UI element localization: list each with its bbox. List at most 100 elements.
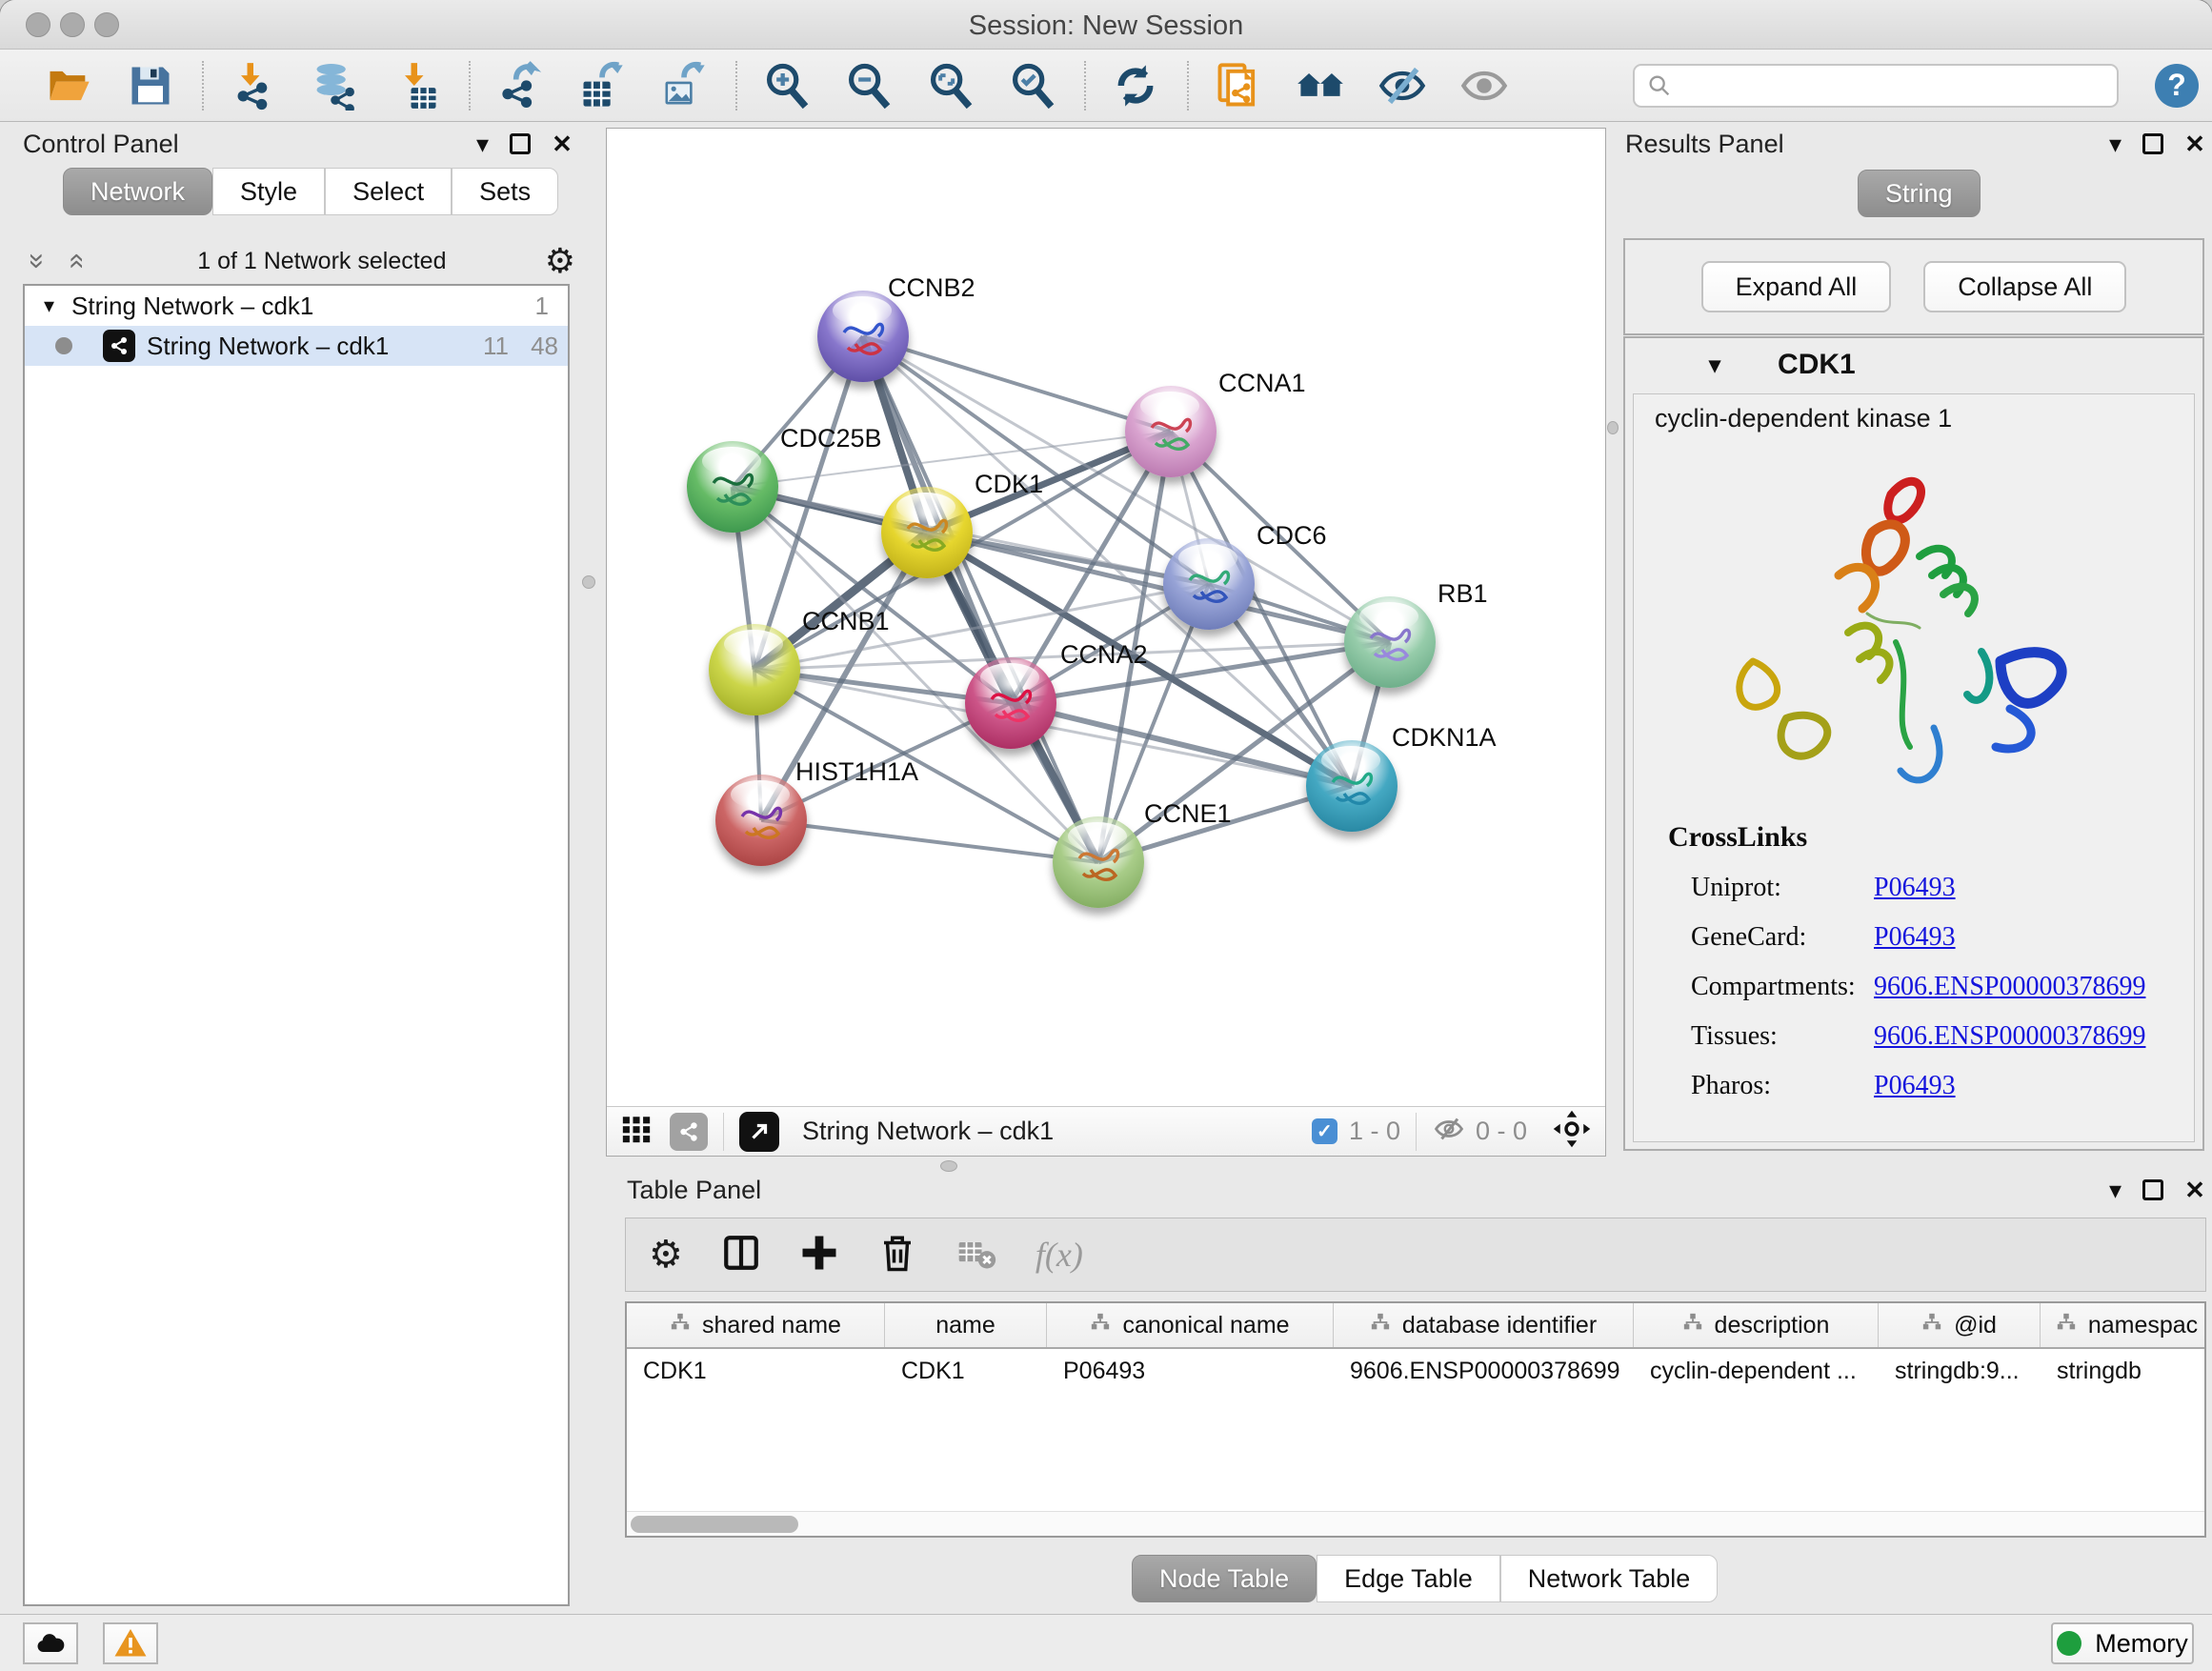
search-field[interactable] <box>1673 70 2092 100</box>
tab-style[interactable]: Style <box>212 168 325 215</box>
column-header-@id[interactable]: @id <box>1879 1303 2041 1347</box>
open-in-window-icon[interactable] <box>739 1112 779 1152</box>
tab-edge-table[interactable]: Edge Table <box>1317 1555 1500 1602</box>
column-type-icon <box>670 1312 691 1339</box>
export-table-icon[interactable] <box>577 61 627 111</box>
tab-node-table[interactable]: Node Table <box>1132 1555 1317 1602</box>
tab-network-table[interactable]: Network Table <box>1500 1555 1719 1602</box>
network-node-CDC25B[interactable] <box>687 441 778 533</box>
network-node-CCNB2[interactable] <box>817 291 909 382</box>
network-collection-row[interactable]: ▾ String Network – cdk1 1 <box>25 286 568 326</box>
node-label-CDKN1A: CDKN1A <box>1392 723 1497 753</box>
zoom-fit-icon[interactable] <box>926 61 975 111</box>
first-neighbors-icon[interactable] <box>1296 61 1345 111</box>
panel-float-icon[interactable] <box>2142 1179 2163 1200</box>
splitter-handle[interactable] <box>1607 421 1619 434</box>
panel-float-icon[interactable] <box>2142 133 2163 154</box>
zoom-out-icon[interactable] <box>844 61 894 111</box>
column-header-database-identifier[interactable]: database identifier <box>1334 1303 1634 1347</box>
network-label: String Network – cdk1 <box>147 332 389 361</box>
network-birdseye-icon[interactable] <box>670 1113 708 1151</box>
hide-selected-icon[interactable] <box>1377 61 1427 111</box>
add-column-icon[interactable] <box>799 1233 839 1278</box>
panel-menu-icon[interactable]: ▾ <box>2109 1178 2122 1202</box>
network-edge[interactable] <box>761 820 1098 862</box>
panel-menu-icon[interactable]: ▾ <box>2109 131 2122 156</box>
network-node-CCNE1[interactable] <box>1053 816 1144 908</box>
export-image-icon[interactable] <box>659 61 709 111</box>
panel-close-icon[interactable]: ✕ <box>2184 1178 2205 1202</box>
column-header-canonical-name[interactable]: canonical name <box>1047 1303 1334 1347</box>
grid-view-icon[interactable] <box>620 1113 653 1150</box>
network-list-header: » » 1 of 1 Network selected ⚙ <box>23 240 575 282</box>
crosslink-link[interactable]: P06493 <box>1874 922 1956 953</box>
fit-content-crosshair-icon[interactable] <box>1552 1109 1592 1154</box>
table-options-gear-icon[interactable]: ⚙ <box>649 1233 683 1277</box>
crosslink-link[interactable]: P06493 <box>1874 1071 1956 1101</box>
cloud-status-button[interactable] <box>23 1622 78 1664</box>
network-node-CCNA1[interactable] <box>1125 386 1217 477</box>
zoom-selected-icon[interactable] <box>1008 61 1057 111</box>
delete-column-trash-icon[interactable] <box>877 1233 917 1278</box>
help-icon[interactable]: ? <box>2155 64 2199 108</box>
collapse-all-icon[interactable]: » <box>21 247 53 275</box>
network-node-CDKN1A[interactable] <box>1306 740 1398 832</box>
save-session-icon[interactable] <box>126 61 175 111</box>
crosslink-link[interactable]: P06493 <box>1874 873 1956 903</box>
expand-all-button[interactable]: Expand All <box>1701 261 1892 312</box>
crosslink-label: Compartments: <box>1691 972 1874 1002</box>
import-network-database-icon[interactable] <box>311 61 360 111</box>
collection-expand-icon[interactable]: ▾ <box>44 293 54 318</box>
table-row[interactable]: CDK1CDK1P064939606.ENSP00000378699cyclin… <box>627 1349 2204 1393</box>
table-horizontal-scrollbar[interactable] <box>627 1511 2204 1536</box>
panel-float-icon[interactable] <box>510 133 531 154</box>
delete-table-icon[interactable] <box>955 1232 997 1278</box>
warnings-button[interactable] <box>103 1622 158 1664</box>
import-network-file-icon[interactable] <box>229 61 278 111</box>
crosslink-link[interactable]: 9606.ENSP00000378699 <box>1874 1021 2145 1052</box>
collapse-all-button[interactable]: Collapse All <box>1923 261 2126 312</box>
clone-network-icon[interactable] <box>1214 61 1263 111</box>
network-edges <box>607 129 1605 1106</box>
column-header-shared-name[interactable]: shared name <box>627 1303 885 1347</box>
panel-menu-icon[interactable]: ▾ <box>476 131 489 156</box>
column-header-name[interactable]: name <box>885 1303 1047 1347</box>
export-network-icon[interactable] <box>495 61 545 111</box>
title-bar: Session: New Session <box>0 0 2212 50</box>
network-options-gear-icon[interactable]: ⚙ <box>545 242 575 281</box>
memory-button[interactable]: Memory <box>2051 1622 2194 1664</box>
network-node-HIST1H1A[interactable] <box>715 775 807 866</box>
show-columns-icon[interactable] <box>721 1233 761 1278</box>
network-node-CDC6[interactable] <box>1163 538 1255 630</box>
network-canvas[interactable]: CCNB2CCNA1CDC25BCDK1CDC6RB1CCNB1CCNA2CDK… <box>607 129 1605 1106</box>
tab-select[interactable]: Select <box>325 168 452 215</box>
scrollbar-thumb[interactable] <box>631 1516 798 1533</box>
import-table-file-icon[interactable] <box>392 61 442 111</box>
section-collapse-icon[interactable]: ▾ <box>1709 352 1720 379</box>
column-header-description[interactable]: description <box>1634 1303 1879 1347</box>
refresh-icon[interactable] <box>1111 61 1160 111</box>
tab-network[interactable]: Network <box>63 168 212 215</box>
expand-all-icon[interactable]: » <box>59 247 91 275</box>
selected-checkbox-icon[interactable]: ✓ <box>1312 1118 1337 1144</box>
tab-sets[interactable]: Sets <box>452 168 558 215</box>
network-row[interactable]: String Network – cdk1 11 48 <box>25 326 568 366</box>
function-builder-icon[interactable]: f(x) <box>1036 1235 1083 1275</box>
open-session-icon[interactable] <box>44 61 93 111</box>
search-input[interactable] <box>1633 64 2119 108</box>
panel-close-icon[interactable]: ✕ <box>2184 131 2205 156</box>
splitter-handle[interactable] <box>582 575 595 589</box>
network-node-CDK1[interactable] <box>881 487 973 578</box>
show-all-icon[interactable] <box>1459 61 1509 111</box>
panel-close-icon[interactable]: ✕ <box>552 131 573 156</box>
tab-string[interactable]: String <box>1858 170 1981 217</box>
crosslink-link[interactable]: 9606.ENSP00000378699 <box>1874 972 2145 1002</box>
network-node-CCNB1[interactable] <box>709 624 800 715</box>
network-node-CCNA2[interactable] <box>965 657 1056 749</box>
hidden-eye-icon[interactable] <box>1432 1112 1466 1151</box>
column-header-namespac[interactable]: namespac <box>2041 1303 2206 1347</box>
zoom-in-icon[interactable] <box>762 61 812 111</box>
network-node-RB1[interactable] <box>1344 596 1436 688</box>
node-structure-thumbnail <box>965 657 1056 749</box>
splitter-handle[interactable] <box>940 1160 957 1172</box>
